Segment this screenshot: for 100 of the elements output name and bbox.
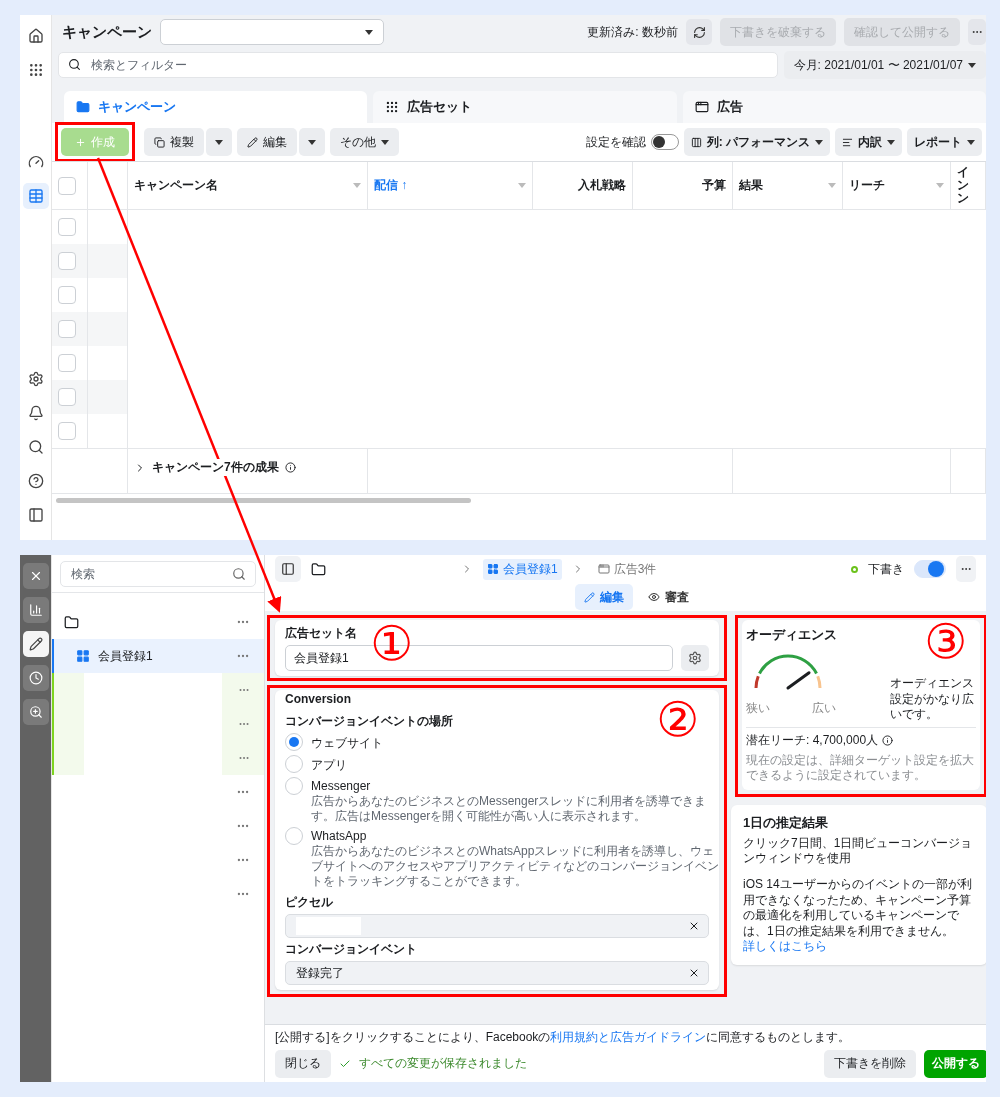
field-label: コンバージョンイベント [285,941,418,958]
radio-button[interactable] [285,827,303,845]
caret-icon [365,29,373,35]
tab[interactable]: キャンペーン [64,91,368,123]
annotation-number: ③ [924,618,968,666]
option-label: Messenger [311,778,372,793]
pencil-icon [584,591,595,603]
date-range-button[interactable]: 今月: 2021/01/01 〜 2021/01/07 [783,51,986,79]
card-title: 1日の推定結果 [743,814,830,832]
folder-icon [76,100,90,114]
card-title: オーディエンス [746,626,838,644]
close-icon[interactable] [688,920,700,932]
magnifier-icon [28,705,43,719]
delete-draft-button[interactable]: 下書きを削除 [824,1049,916,1078]
gauge-label: 広い [812,700,836,717]
row-checkbox[interactable] [58,320,76,338]
duplicate-button[interactable]: 複製 [144,128,204,156]
row-checkbox[interactable] [58,388,76,406]
column-header[interactable]: 結果 [739,178,828,193]
caret-icon [215,139,223,145]
more-menu-button[interactable]: その他 [330,128,399,156]
breakdown-button[interactable]: 内訳 [835,128,902,156]
learn-more-link[interactable]: 詳しくはこちら [743,939,827,954]
view-tab[interactable]: 審査 [639,584,698,610]
tree-item[interactable]: 会員登録1 [52,639,264,673]
card-subtitle: クリック7日間、1日間ビューコンバージョンウィンドウを使用 [743,835,974,868]
grid-icon [385,100,400,114]
sidebar-toggle-button[interactable] [275,556,301,582]
select-all-checkbox[interactable] [58,176,76,195]
column-header[interactable]: 配信 ↑ [374,178,518,193]
more-button[interactable] [968,19,986,45]
home-icon [27,28,44,44]
review-toggle[interactable] [650,134,679,150]
settings-button[interactable] [681,645,709,671]
side-panel-icon [281,562,295,576]
reports-button[interactable]: レポート [907,128,982,156]
edit-button[interactable]: 編集 [237,128,297,156]
row-checkbox[interactable] [58,354,76,372]
pencil-icon [28,637,43,651]
bar-chart-button[interactable] [22,597,49,623]
audience-note: 現在の設定は、詳細ターゲット設定を拡大できるように設定されています。 [746,752,975,784]
caret-icon [815,139,823,145]
option-label: ウェブサイト [311,735,384,752]
caret-icon [381,139,389,145]
caret-icon [887,139,895,145]
close-button[interactable] [22,563,49,589]
table-icon [27,188,44,204]
reach-text: 潜在リーチ: 4,700,000人 [746,731,879,749]
event-field[interactable]: 登録完了 [285,961,709,985]
copy-icon [154,136,165,148]
close-icon[interactable] [688,967,700,979]
summary-label: キャンペーン7件の成果 [152,459,279,476]
breadcrumb-item[interactable]: 広告3件 [593,558,661,580]
tab[interactable]: 広告セット [373,91,677,123]
scrollbar[interactable] [56,498,471,503]
refresh-button[interactable] [686,19,712,45]
pencil-button[interactable] [22,631,49,657]
row-checkbox[interactable] [58,252,76,270]
status-toggle[interactable] [914,560,946,578]
table-button[interactable] [22,183,49,209]
bar-chart-icon [28,603,43,617]
info-icon [284,462,296,473]
caret-icon [518,183,526,188]
option-label: アプリ [311,757,348,774]
column-header[interactable]: インン [957,165,979,206]
more-button[interactable] [956,556,976,582]
status-label: 下書き [868,560,904,578]
search-field[interactable]: 検索 [60,560,256,587]
radio-button[interactable] [285,777,303,795]
magnifier-button[interactable] [22,699,49,725]
row-checkbox[interactable] [58,422,76,440]
column-header[interactable]: 予算 [639,178,726,193]
close-button[interactable]: 閉じる [275,1049,331,1078]
radio-button[interactable] [285,755,303,773]
view-tab[interactable]: 編集 [575,584,633,610]
search-field[interactable]: 検索とフィルター [58,52,778,78]
eye-icon [648,591,660,603]
radio-button[interactable] [285,733,303,751]
column-header[interactable]: リーチ [849,178,936,193]
row-checkbox[interactable] [58,286,76,304]
clock-button[interactable] [22,665,49,691]
plus-icon [75,136,86,148]
list-icon [842,136,853,148]
terms-link[interactable]: 利用規約と広告ガイドライン [550,1030,707,1044]
folder-icon[interactable] [311,561,326,577]
review-label: 設定を確認 [585,133,646,151]
breadcrumb-item[interactable]: 会員登録1 [483,558,562,580]
tab[interactable]: 広告 [682,91,986,123]
caret-icon [308,139,316,145]
dropdown-button[interactable] [299,128,325,156]
search-icon [232,566,246,581]
dropdown-button[interactable] [206,128,232,156]
grid-icon [487,563,499,575]
column-header[interactable]: キャンペーン名 [134,178,353,193]
columns-icon [690,136,702,148]
row-checkbox[interactable] [58,218,76,236]
column-header[interactable]: 入札戦略 [539,178,626,193]
pixel-field[interactable] [285,914,709,938]
grid-icon [76,649,90,663]
columns-button[interactable]: 列: パフォーマンス [683,128,830,156]
